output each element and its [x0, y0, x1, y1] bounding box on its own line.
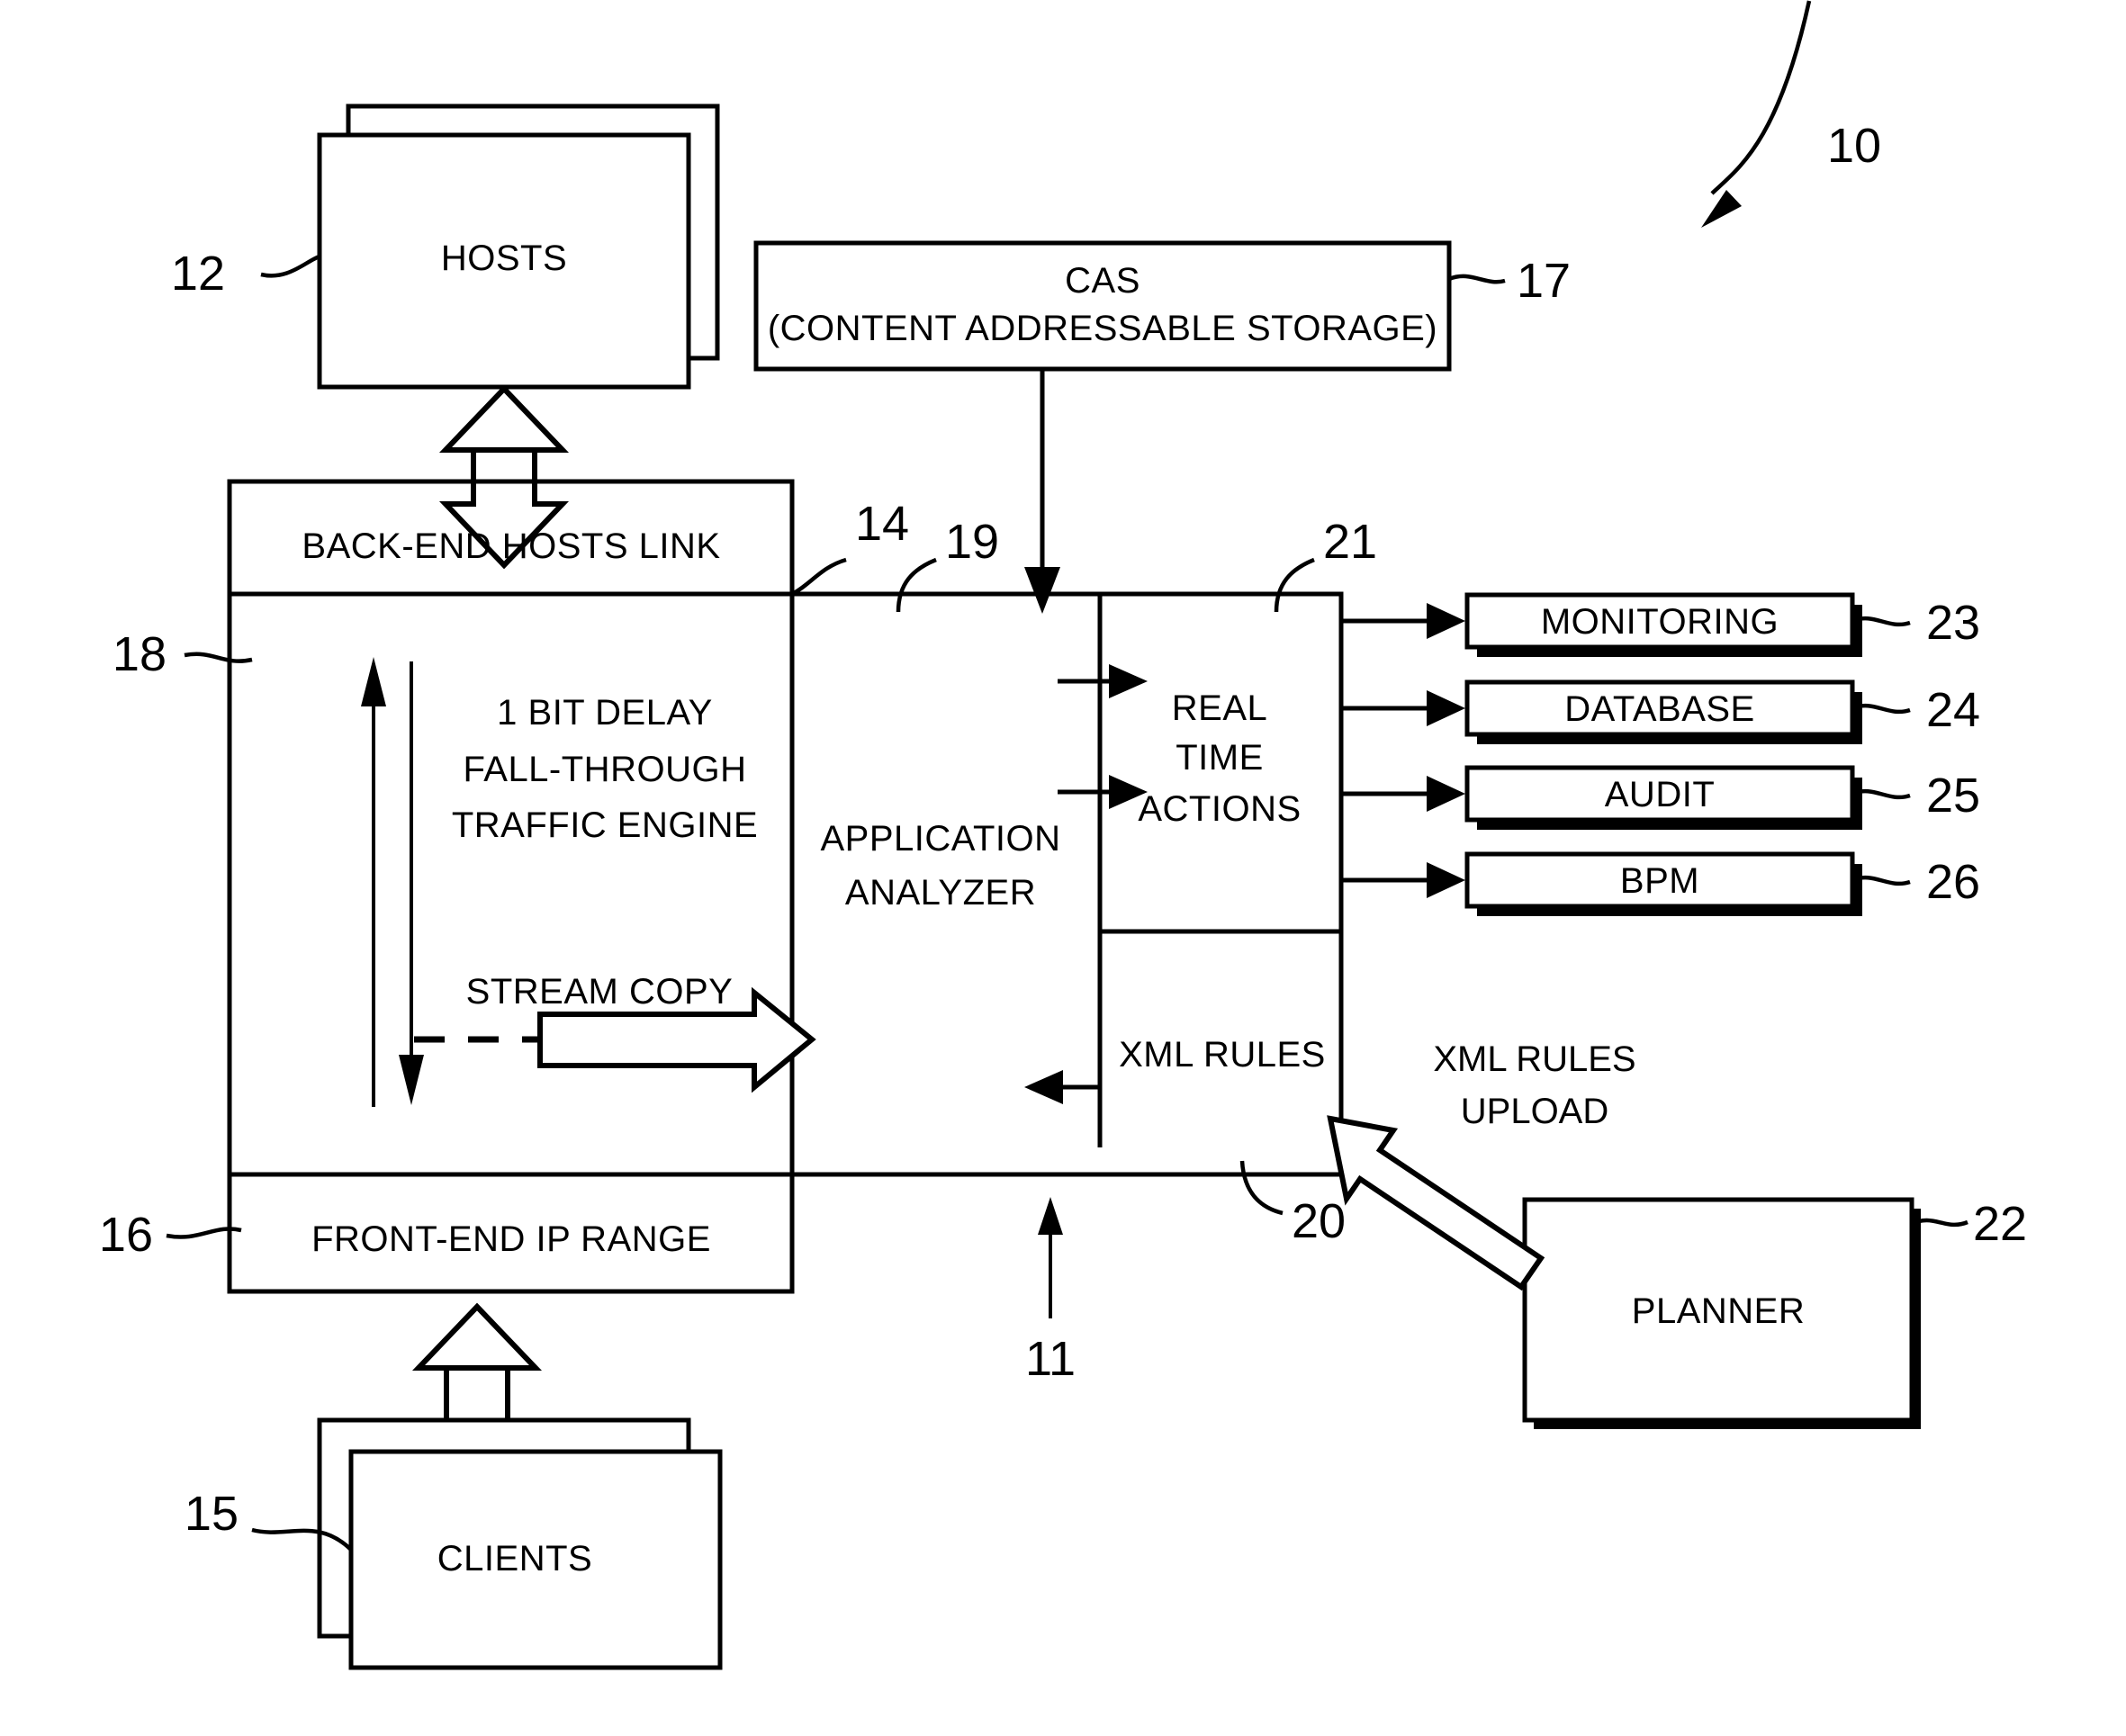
audit-label: AUDIT: [1605, 775, 1716, 814]
real-time-actions-line1: REAL: [1172, 688, 1268, 728]
figure-ref-arrowhead: [1701, 190, 1742, 228]
application-analyzer-ref: 19: [945, 515, 999, 569]
real-time-actions-ref: 21: [1323, 515, 1377, 569]
system-left-column: [227, 479, 795, 1294]
figure-ref-leader: [1710, 0, 1812, 195]
back-end-link-leader: [790, 557, 847, 597]
xml-rules-leader: [1239, 1160, 1284, 1216]
database-label: DATABASE: [1564, 689, 1754, 729]
traffic-engine-line2: FALL-THROUGH: [464, 750, 747, 789]
real-time-actions-line2: TIME: [1176, 738, 1264, 778]
monitoring-label: MONITORING: [1541, 602, 1779, 642]
analyzer-leader: [896, 557, 937, 613]
cas-label-line1: CAS: [1065, 261, 1140, 301]
figure-canvas: 10 HOSTS 12 CAS (CONTENT ADDRESSABLE STO…: [0, 0, 2126, 1736]
patent-diagram: 10 HOSTS 12 CAS (CONTENT ADDRESSABLE STO…: [99, 0, 2027, 1670]
cas-to-analyzer-arrowhead: [1024, 567, 1060, 614]
audit-ref: 25: [1926, 769, 1980, 823]
hosts-label: HOSTS: [441, 238, 567, 278]
application-analyzer-line1: APPLICATION: [820, 819, 1060, 859]
back-end-link-label: BACK-END HOSTS LINK: [302, 526, 720, 566]
system-leader-arrowhead: [1038, 1197, 1063, 1235]
real-time-actions-line3: ACTIONS: [1138, 789, 1301, 829]
cas-ref: 17: [1517, 254, 1571, 308]
database-ref: 24: [1926, 683, 1980, 737]
engine-leader: [184, 652, 253, 663]
engine-uplink-arrowhead: [361, 657, 386, 706]
xml-rules-upload-line2: UPLOAD: [1461, 1092, 1609, 1131]
back-end-link-ref: 14: [855, 497, 909, 551]
xml-rules-upload-arrow: [1327, 1115, 1545, 1291]
bpm-label: BPM: [1620, 861, 1699, 901]
xmlrules-to-analyzer-arrow: [1024, 1070, 1063, 1104]
analyzer-to-actions-arrow-1: [1109, 664, 1148, 698]
application-analyzer-line2: ANALYZER: [845, 873, 1036, 913]
cas-label-line2: (CONTENT ADDRESSABLE STORAGE): [768, 309, 1437, 348]
xml-rules-ref: 20: [1292, 1194, 1346, 1248]
engine-downlink-arrowhead: [399, 1055, 424, 1105]
hosts-leader: [260, 254, 320, 278]
stream-copy-label: STREAM COPY: [466, 972, 734, 1012]
bus-database-arrow: [1427, 690, 1465, 726]
bus-audit-arrow: [1427, 776, 1465, 812]
monitoring-ref: 23: [1926, 596, 1980, 650]
system-ref: 11: [1025, 1332, 1076, 1386]
real-time-actions-leader: [1274, 557, 1315, 613]
bpm-ref: 26: [1926, 855, 1980, 909]
planner-label: PLANNER: [1632, 1291, 1805, 1331]
bus-monitoring-arrow: [1427, 603, 1465, 639]
figure-number: 10: [1827, 119, 1881, 173]
clients-ref: 15: [185, 1487, 239, 1541]
traffic-engine-line1: 1 BIT DELAY: [497, 693, 713, 733]
engine-ref: 18: [113, 627, 167, 681]
cas-leader: [1448, 274, 1506, 284]
clients-label: CLIENTS: [437, 1539, 592, 1579]
bus-bpm-arrow: [1427, 862, 1465, 898]
front-end-range-ref: 16: [99, 1208, 153, 1262]
front-end-range-label: FRONT-END IP RANGE: [311, 1219, 711, 1259]
xml-rules-label: XML RULES: [1119, 1035, 1326, 1075]
hosts-ref: 12: [171, 247, 225, 301]
traffic-engine-line3: TRAFFIC ENGINE: [452, 805, 758, 845]
planner-ref: 22: [1973, 1197, 2027, 1251]
xml-rules-upload-line1: XML RULES: [1433, 1039, 1635, 1079]
